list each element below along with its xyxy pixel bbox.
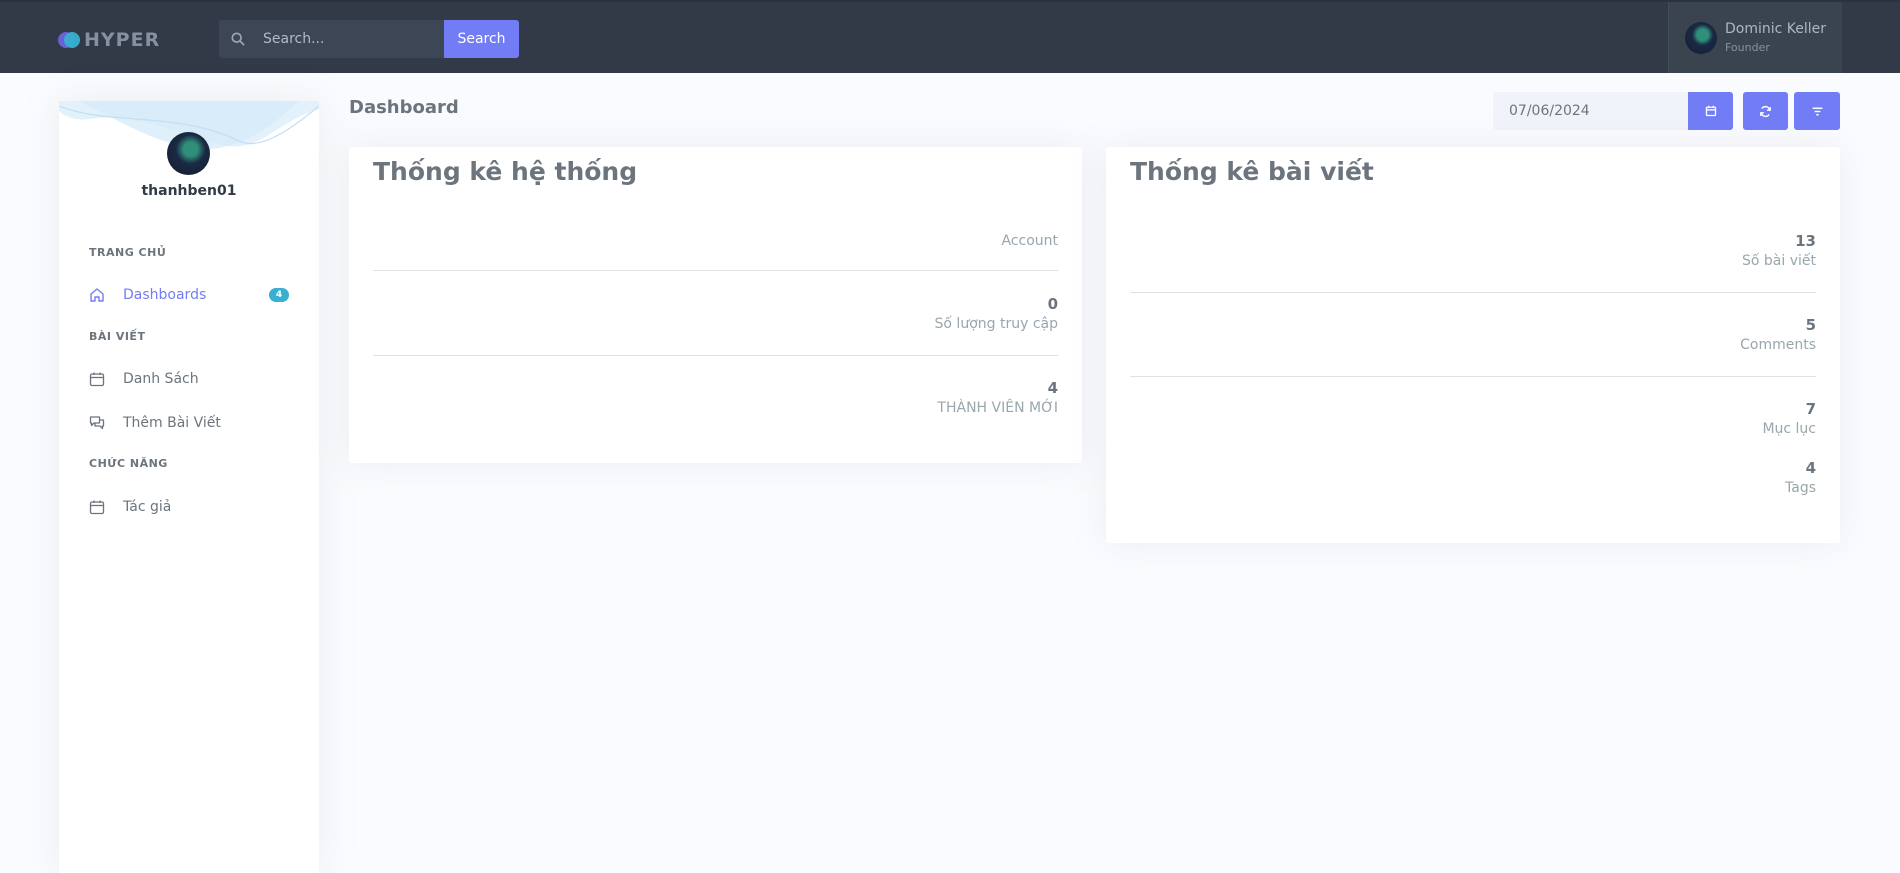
stat-label: Comments bbox=[1740, 337, 1816, 353]
section-title-functions: CHỨC NĂNG bbox=[89, 457, 168, 470]
search-box bbox=[219, 20, 445, 58]
stat-comments: 5 Comments bbox=[1130, 315, 1816, 355]
sidebar-avatar[interactable] bbox=[167, 132, 210, 175]
calendar-icon bbox=[89, 370, 109, 388]
home-icon bbox=[89, 286, 109, 304]
section-title-home: TRANG CHỦ bbox=[89, 246, 167, 259]
sidebar-item-label: Thêm Bài Viết bbox=[123, 415, 221, 431]
stat-label: THÀNH VIÊN MỚI bbox=[937, 400, 1058, 416]
divider bbox=[1130, 292, 1816, 293]
section-title-posts: BÀI VIẾT bbox=[89, 330, 146, 343]
card-title: Thống kê hệ thống bbox=[373, 157, 638, 186]
logo-mark-icon bbox=[58, 32, 82, 48]
filter-button[interactable] bbox=[1794, 92, 1840, 130]
sidebar-username: thanhben01 bbox=[141, 183, 237, 199]
topbar: HYPER Search Dominic Keller Founder bbox=[0, 0, 1900, 73]
calendar-icon bbox=[1705, 105, 1717, 117]
stat-new-members: 4 THÀNH VIÊN MỚI bbox=[373, 378, 1058, 418]
dashboards-badge: 4 bbox=[269, 288, 289, 302]
divider bbox=[373, 270, 1058, 271]
calendar-icon bbox=[89, 498, 109, 516]
search-button[interactable]: Search bbox=[444, 20, 519, 58]
divider bbox=[1130, 376, 1816, 377]
refresh-button[interactable] bbox=[1743, 92, 1788, 130]
sidebar-item-add-post[interactable]: Thêm Bài Viết bbox=[89, 412, 289, 434]
stat-value: 0 bbox=[1047, 295, 1058, 313]
stat-label: Tags bbox=[1785, 480, 1816, 496]
stat-value: 4 bbox=[1047, 379, 1058, 397]
user-role: Founder bbox=[1725, 41, 1770, 54]
user-menu[interactable]: Dominic Keller Founder bbox=[1668, 2, 1842, 73]
stat-account: Account bbox=[373, 231, 1058, 251]
divider bbox=[373, 355, 1058, 356]
post-stats-card: Thống kê bài viết 13 Số bài viết 5 Comme… bbox=[1106, 147, 1840, 543]
brand-logo[interactable]: HYPER bbox=[58, 29, 160, 51]
stat-value: 4 bbox=[1805, 459, 1816, 477]
stat-posts: 13 Số bài viết bbox=[1130, 231, 1816, 271]
date-field[interactable] bbox=[1493, 92, 1689, 130]
filter-icon bbox=[1811, 105, 1824, 118]
sidebar-item-authors[interactable]: Tác giả bbox=[89, 496, 289, 518]
sidebar-item-label: Dashboards bbox=[123, 287, 207, 303]
brand-name: HYPER bbox=[84, 29, 161, 51]
chat-icon bbox=[89, 414, 109, 432]
stat-label: Số bài viết bbox=[1742, 253, 1816, 269]
stat-value: 5 bbox=[1805, 316, 1816, 334]
stat-visits: 0 Số lượng truy cập bbox=[373, 294, 1058, 334]
refresh-icon bbox=[1759, 105, 1772, 118]
stat-value: 13 bbox=[1795, 232, 1816, 250]
stat-label: Account bbox=[1001, 233, 1058, 249]
stat-value: 7 bbox=[1805, 400, 1816, 418]
search-input[interactable] bbox=[261, 30, 445, 48]
page-title: Dashboard bbox=[349, 97, 459, 118]
sidebar-item-list[interactable]: Danh Sách bbox=[89, 368, 289, 390]
search-icon bbox=[231, 32, 261, 46]
stat-categories: 7 Mục lục bbox=[1130, 399, 1816, 439]
stat-tags: 4 Tags bbox=[1130, 458, 1816, 498]
sidebar: thanhben01 TRANG CHỦ Dashboards 4 BÀI VI… bbox=[59, 101, 319, 873]
user-avatar bbox=[1685, 22, 1717, 54]
sidebar-item-dashboards[interactable]: Dashboards 4 bbox=[89, 284, 289, 306]
user-name: Dominic Keller bbox=[1725, 21, 1827, 37]
stat-label: Mục lục bbox=[1762, 421, 1816, 437]
calendar-button[interactable] bbox=[1688, 92, 1733, 130]
system-stats-card: Thống kê hệ thống Account 0 Số lượng tru… bbox=[349, 147, 1082, 463]
stat-label: Số lượng truy cập bbox=[934, 316, 1058, 332]
sidebar-item-label: Danh Sách bbox=[123, 371, 199, 387]
card-title: Thống kê bài viết bbox=[1130, 157, 1374, 186]
sidebar-item-label: Tác giả bbox=[123, 499, 172, 515]
